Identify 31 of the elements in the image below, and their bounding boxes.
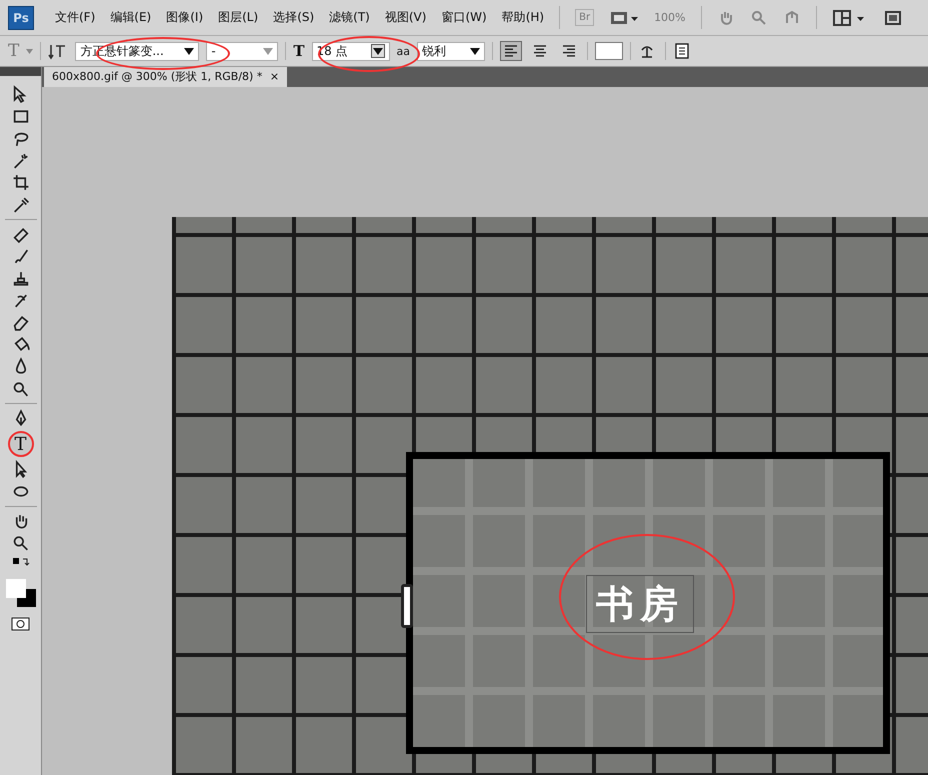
font-size-label: T	[293, 42, 305, 60]
antialias-dropdown[interactable]: 锐利	[417, 42, 485, 60]
align-button[interactable]	[500, 41, 522, 61]
menu-item[interactable]: 帮助(H)	[502, 9, 544, 26]
menu-item[interactable]: 视图(V)	[384, 9, 426, 26]
close-tab-button[interactable]: ×	[270, 70, 280, 83]
menu-item[interactable]: 滤镜(T)	[329, 9, 370, 26]
caret-icon	[470, 48, 480, 54]
panels-icon[interactable]	[673, 42, 691, 60]
door-drawing	[401, 584, 413, 628]
menu-item[interactable]: 图像(I)	[166, 9, 204, 26]
caret-icon	[263, 48, 274, 54]
align-icon	[561, 44, 577, 58]
align-icon	[503, 44, 519, 58]
antialias-label: aa	[396, 44, 410, 58]
caret-icon	[370, 44, 385, 58]
menu-item[interactable]: 图层(L)	[218, 9, 258, 26]
caret-icon	[184, 48, 194, 54]
text-layer[interactable]: 书房	[586, 575, 694, 633]
menu-item[interactable]: 窗口(W)	[441, 9, 487, 26]
menu-item[interactable]: 选择(S)	[273, 9, 314, 26]
type-tool[interactable]: T	[8, 431, 34, 457]
menu-item[interactable]: 编辑(E)	[110, 9, 152, 26]
font-style-dropdown[interactable]: -	[206, 42, 278, 60]
app-logo[interactable]: Ps	[8, 6, 34, 30]
menu-item[interactable]: 文件(F)	[55, 9, 96, 26]
text-color-swatch[interactable]	[595, 42, 623, 60]
document-tab[interactable]: 600x800.gif @ 300% (形状 1, RGB/8) * ×	[44, 67, 288, 87]
align-icon	[532, 44, 548, 58]
quick-mask-icon[interactable]	[10, 616, 32, 632]
color-swatches-icon[interactable]	[4, 577, 38, 609]
